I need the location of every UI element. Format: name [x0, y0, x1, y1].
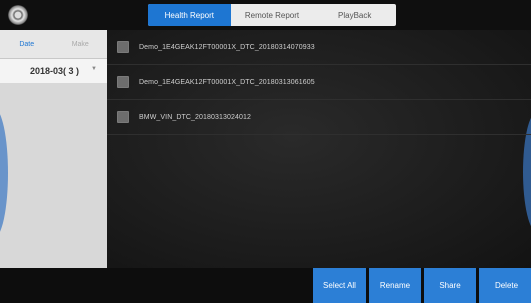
list-item[interactable]: Demo_1E4GEAK12FT00001X_DTC_2018031407093… — [107, 30, 531, 65]
top-bar: Health Report Remote Report PlayBack — [0, 0, 531, 30]
checkbox[interactable] — [117, 76, 129, 88]
app-logo-icon[interactable] — [8, 5, 28, 25]
list-item[interactable]: Demo_1E4GEAK12FT00001X_DTC_2018031306160… — [107, 65, 531, 100]
list-item[interactable]: BMW_VIN_DTC_20180313024012 — [107, 100, 531, 135]
checkbox[interactable] — [117, 41, 129, 53]
share-button[interactable]: Share — [424, 268, 476, 303]
decorative-arc — [0, 108, 8, 238]
subtab-make[interactable]: Make — [54, 30, 108, 58]
tab-playback[interactable]: PlayBack — [313, 4, 396, 26]
sidebar: Date Make 2018-03( 3 ) ▼ — [0, 30, 107, 268]
file-name: Demo_1E4GEAK12FT00001X_DTC_2018031306160… — [139, 78, 315, 86]
chevron-down-icon: ▼ — [91, 66, 97, 72]
delete-button[interactable]: Delete — [479, 268, 531, 303]
file-list: Demo_1E4GEAK12FT00001X_DTC_2018031407093… — [107, 30, 531, 135]
app-window: Health Report Remote Report PlayBack Dat… — [0, 0, 531, 303]
rename-button[interactable]: Rename — [369, 268, 421, 303]
tab-health-report[interactable]: Health Report — [148, 4, 231, 26]
report-tabs: Health Report Remote Report PlayBack — [148, 4, 396, 26]
bottom-bar: Select All Rename Share Delete — [0, 268, 531, 303]
file-name: Demo_1E4GEAK12FT00001X_DTC_2018031407093… — [139, 43, 315, 51]
sidebar-date-item[interactable]: 2018-03( 3 ) ▼ — [0, 59, 107, 83]
date-item-label: 2018-03( 3 ) — [30, 66, 80, 76]
select-all-button[interactable]: Select All — [313, 268, 366, 303]
subtab-date[interactable]: Date — [0, 30, 54, 58]
sidebar-subtabs: Date Make — [0, 30, 107, 59]
checkbox[interactable] — [117, 111, 129, 123]
file-name: BMW_VIN_DTC_20180313024012 — [139, 113, 251, 121]
action-buttons: Select All Rename Share Delete — [313, 268, 531, 303]
tab-remote-report[interactable]: Remote Report — [231, 4, 314, 26]
